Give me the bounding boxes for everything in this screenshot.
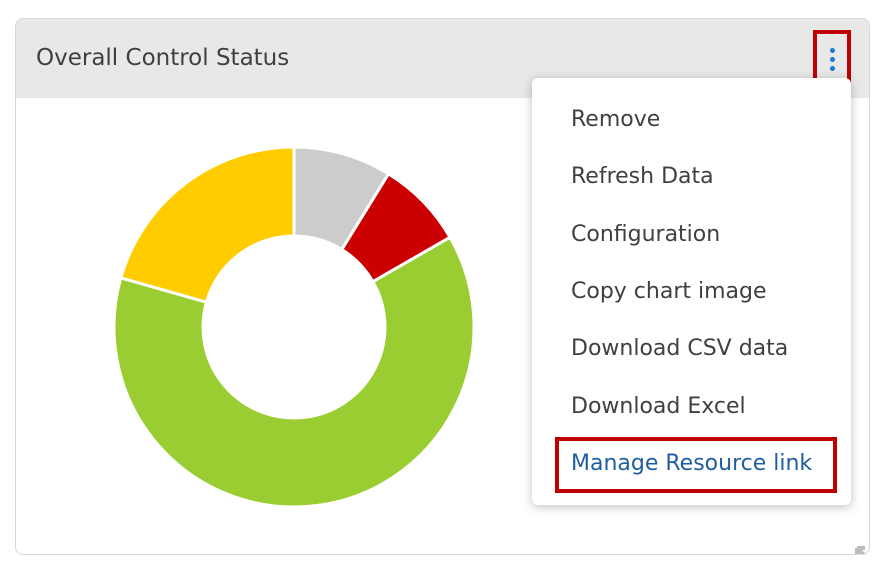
menu-item-download-csv-data[interactable]: Download CSV data bbox=[571, 336, 788, 361]
menu-item-manage-resource-link[interactable]: Manage Resource link bbox=[571, 451, 812, 476]
menu-item-refresh-data[interactable]: Refresh Data bbox=[571, 164, 714, 189]
resize-diagonal-icon[interactable] bbox=[854, 545, 870, 555]
donut-slice-3[interactable] bbox=[118, 145, 296, 305]
menu-item-configuration[interactable]: Configuration bbox=[571, 222, 720, 247]
options-menu: Remove Refresh Data Configuration Copy char… bbox=[532, 78, 851, 505]
menu-item-copy-chart-image[interactable]: Copy chart image bbox=[571, 279, 767, 304]
menu-item-download-excel[interactable]: Download Excel bbox=[571, 394, 746, 419]
menu-item-remove[interactable]: Remove bbox=[571, 107, 660, 132]
